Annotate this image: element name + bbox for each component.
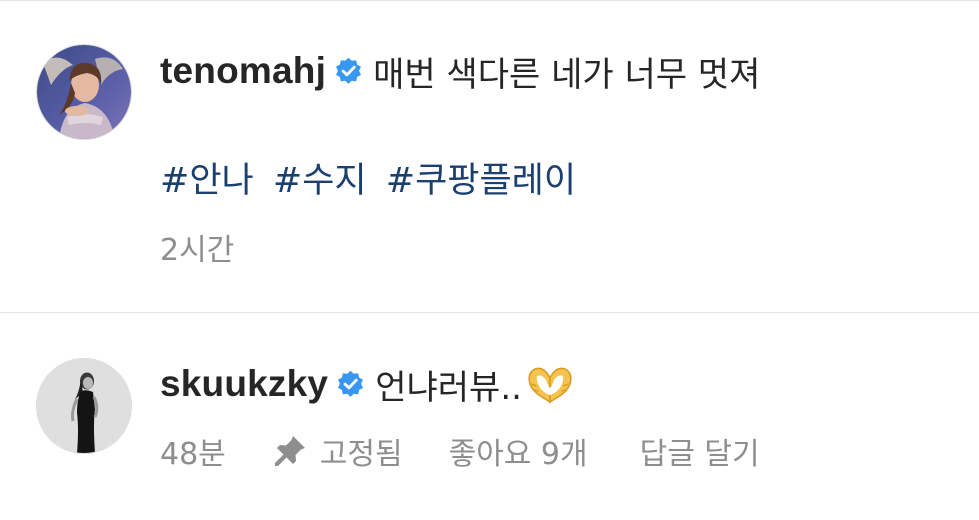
- pinned-indicator: 고정됨: [272, 429, 403, 473]
- hashtag-link[interactable]: #수지: [273, 161, 367, 201]
- comment-meta: 48분 고정됨 좋아요 9개 답글 달기: [160, 429, 760, 473]
- hashtag-row: #안나 #수지 #쿠팡플레이: [160, 152, 584, 203]
- reply-button[interactable]: 답글 달기: [640, 429, 760, 473]
- avatar[interactable]: [37, 45, 131, 139]
- comment-skuukzky: skuukzky 언냐러뷰.. 48분 고정됨 좋아요 9개 답글 달기: [0, 313, 979, 520]
- comment-header: tenomahj 매번 색다른 네가 너무 멋져: [160, 46, 760, 96]
- heart-hands-icon: [528, 367, 572, 404]
- comments-thread: tenomahj 매번 색다른 네가 너무 멋져 #안나 #수지 #쿠팡플레이 …: [0, 0, 979, 520]
- username[interactable]: tenomahj: [160, 50, 326, 92]
- comment-meta: 2시간: [160, 225, 234, 269]
- like-count[interactable]: 좋아요 9개: [449, 429, 588, 473]
- timestamp: 2시간: [160, 233, 235, 268]
- pinned-label: 고정됨: [319, 437, 403, 472]
- pin-icon: [274, 436, 305, 466]
- avatar-image: [37, 45, 131, 139]
- comment-header: skuukzky 언냐러뷰..: [160, 359, 574, 409]
- hashtag-link[interactable]: #쿠팡플레이: [386, 161, 576, 201]
- comment-text: 언냐러뷰..: [375, 367, 522, 408]
- avatar[interactable]: [37, 359, 131, 453]
- verified-badge-icon: [336, 57, 362, 84]
- avatar-image: [37, 359, 131, 453]
- comment-text: 매번 색다른 네가 너무 멋져: [373, 54, 761, 95]
- verified-badge-icon: [338, 370, 364, 397]
- comment-tenomahj: tenomahj 매번 색다른 네가 너무 멋져 #안나 #수지 #쿠팡플레이 …: [0, 0, 979, 312]
- timestamp: 48분: [160, 437, 226, 472]
- username[interactable]: skuukzky: [160, 363, 328, 405]
- hashtag-link[interactable]: #안나: [160, 161, 254, 201]
